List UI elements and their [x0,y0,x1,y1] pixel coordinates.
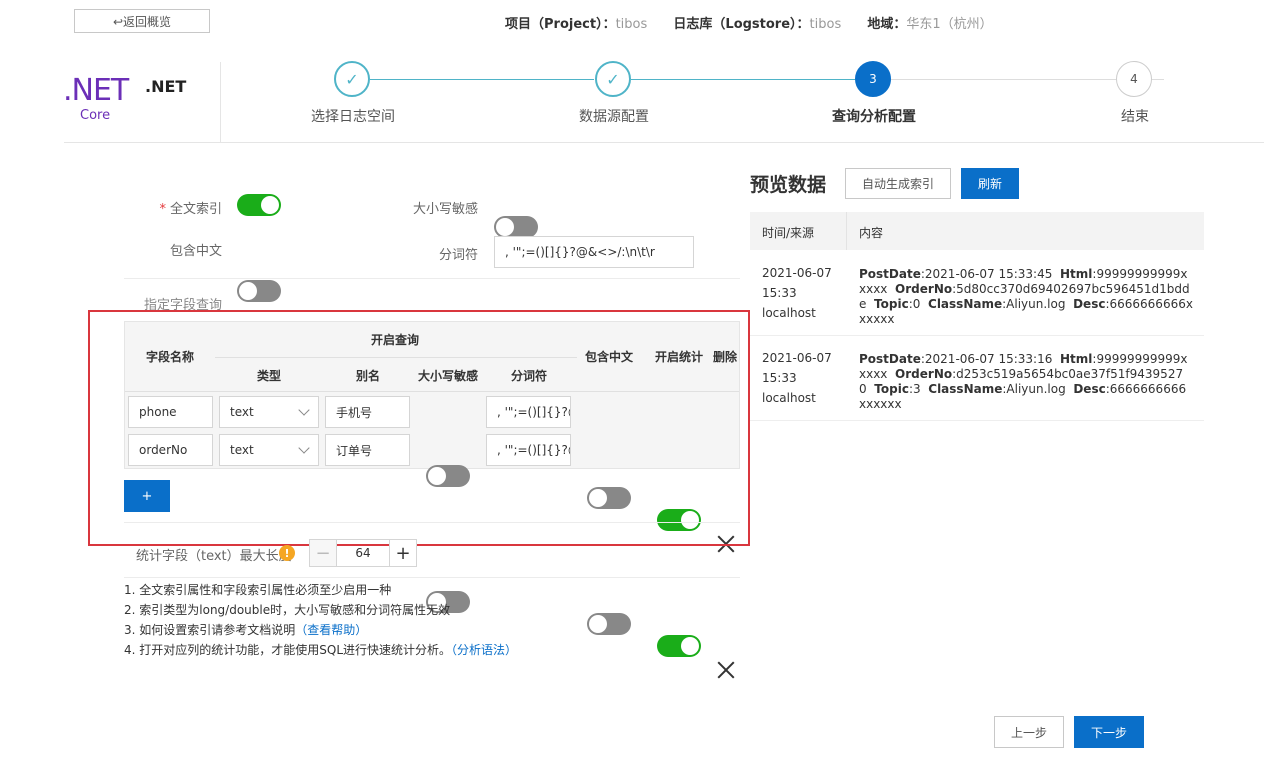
refresh-button[interactable]: 刷新 [961,168,1019,199]
project-value: tibos [615,17,648,32]
logo-divider [220,62,221,142]
step-2-label: 数据源配置 [579,109,649,125]
row-content: PostDate:2021-06-07 15:33:16 Html:999999… [859,352,1188,411]
step-connector-2 [631,79,855,80]
auto-index-button[interactable]: 自动生成索引 [845,168,951,199]
highlight-box [88,310,750,546]
dotnet-logo: .NET [63,73,129,108]
field-stats-toggle[interactable] [657,635,701,657]
preview-table-header: 时间/来源 内容 [750,212,1204,250]
note-3: 3. 如何设置索引请参考文档说明（查看帮助） [124,623,368,637]
previous-step-button[interactable]: 上一步 [994,716,1064,748]
back-label: ↩返回概览 [112,14,172,29]
row-content: PostDate:2021-06-07 15:33:45 Html:999999… [859,267,1193,326]
field-chinese-toggle[interactable] [587,613,631,635]
max-length-value[interactable]: 64 [337,539,389,567]
step-3-label: 查询分析配置 [832,109,916,125]
stats-max-length-label: 统计字段（text）最大长度 [136,549,292,564]
next-step-button[interactable]: 下一步 [1074,716,1144,748]
step-connector-1 [370,79,594,80]
delimiter-input[interactable]: , '";=()[]{}?@&<>/:\n\t\r [494,236,694,268]
step-connector-3 [891,79,1116,80]
row-time-source: 2021-06-07 15:33 localhost [762,351,832,405]
case-sensitive-toggle[interactable] [494,216,538,238]
notes-divider [124,577,740,578]
project-key: 项目（Project）： [505,17,616,32]
syntax-link[interactable]: （分析语法） [451,643,517,657]
step-4-label: 结束 [1121,109,1149,125]
delimiter-label: 分词符 [438,248,478,263]
preview-title: 预览数据 [750,174,827,196]
row-time-source: 2021-06-07 15:33 localhost [762,266,832,320]
case-sensitive-label: 大小写敏感 [412,202,478,217]
decrement-button[interactable]: − [309,539,337,567]
step-4-indicator: 4 [1116,61,1152,97]
preview-row: 2021-06-07 15:33 localhost PostDate:2021… [750,251,1204,336]
region-value: 华东1（杭州） [906,17,993,32]
include-chinese-label: 包含中文 [169,244,222,259]
logstore-key: 日志库（Logstore）： [673,17,810,32]
project-info-bar: 项目（Project）：tibos 日志库（Logstore）：tibos 地域… [505,13,1015,32]
step-3-indicator: 3 [855,61,891,97]
dotnet-logo-core: Core [80,108,111,123]
source-title: .NET [145,77,187,96]
step-connector-4 [1152,79,1164,80]
warning-icon: ! [279,545,295,561]
increment-button[interactable]: + [389,539,417,567]
note-2: 2. 索引类型为long/double时，大小写敏感和分词符属性无效 [124,603,451,617]
fulltext-index-toggle[interactable] [237,194,281,216]
note-1: 1. 全文索引属性和字段索引属性必须至少启用一种 [124,583,392,597]
preview-row: 2021-06-07 15:33 localhost PostDate:2021… [750,336,1204,421]
back-to-overview-button[interactable]: ↩返回概览 [74,9,210,33]
fulltext-index-label: * 全文索引 [159,202,222,217]
note-4: 4. 打开对应列的统计功能，才能使用SQL进行快速统计分析。（分析语法） [124,643,518,657]
include-chinese-toggle[interactable] [237,280,281,302]
header-col-divider [846,212,847,250]
logstore-value: tibos [809,17,842,32]
col-content: 内容 [859,226,884,240]
col-time-source: 时间/来源 [762,226,815,240]
max-length-stepper: − 64 + [309,539,417,567]
form-divider [124,278,740,279]
help-link[interactable]: （查看帮助） [295,623,367,637]
header-divider [64,142,1264,143]
region-key: 地域： [867,17,907,32]
step-1-label: 选择日志空间 [311,109,395,125]
step-1-check-icon: ✓ [334,61,370,97]
delete-row-icon[interactable] [715,659,737,681]
step-2-check-icon: ✓ [595,61,631,97]
